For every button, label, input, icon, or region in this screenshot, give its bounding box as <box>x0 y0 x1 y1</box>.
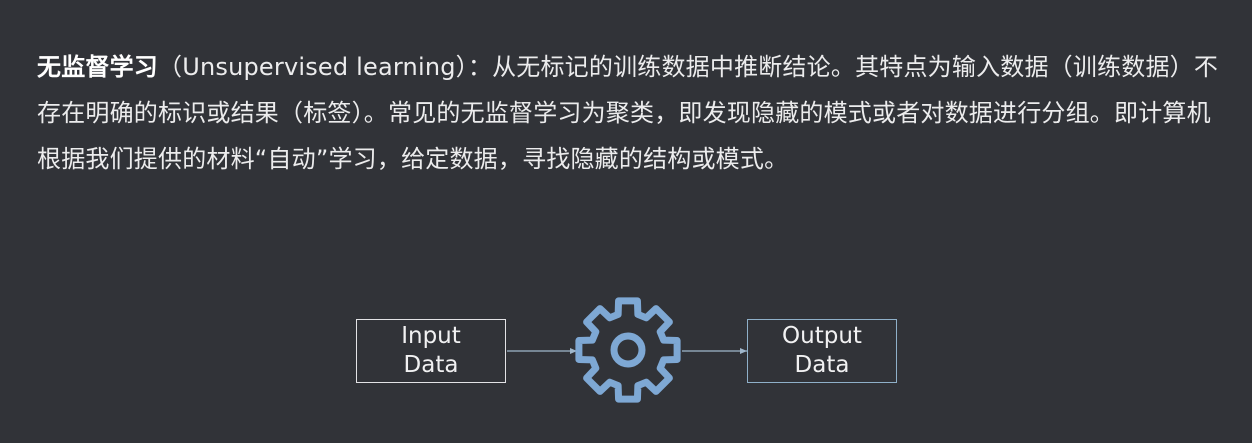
gear-outline <box>575 297 681 403</box>
slide: 无监督学习（Unsupervised learning）：从无标记的训练数据中推… <box>0 0 1252 443</box>
unsupervised-learning-diagram: Input Data Output Data <box>0 0 1252 443</box>
diagram-connectors <box>507 297 747 403</box>
output-data-box: Output Data <box>747 319 897 383</box>
gear-icon <box>575 297 681 403</box>
input-data-box: Input Data <box>356 319 506 383</box>
gear-hub <box>610 332 646 368</box>
